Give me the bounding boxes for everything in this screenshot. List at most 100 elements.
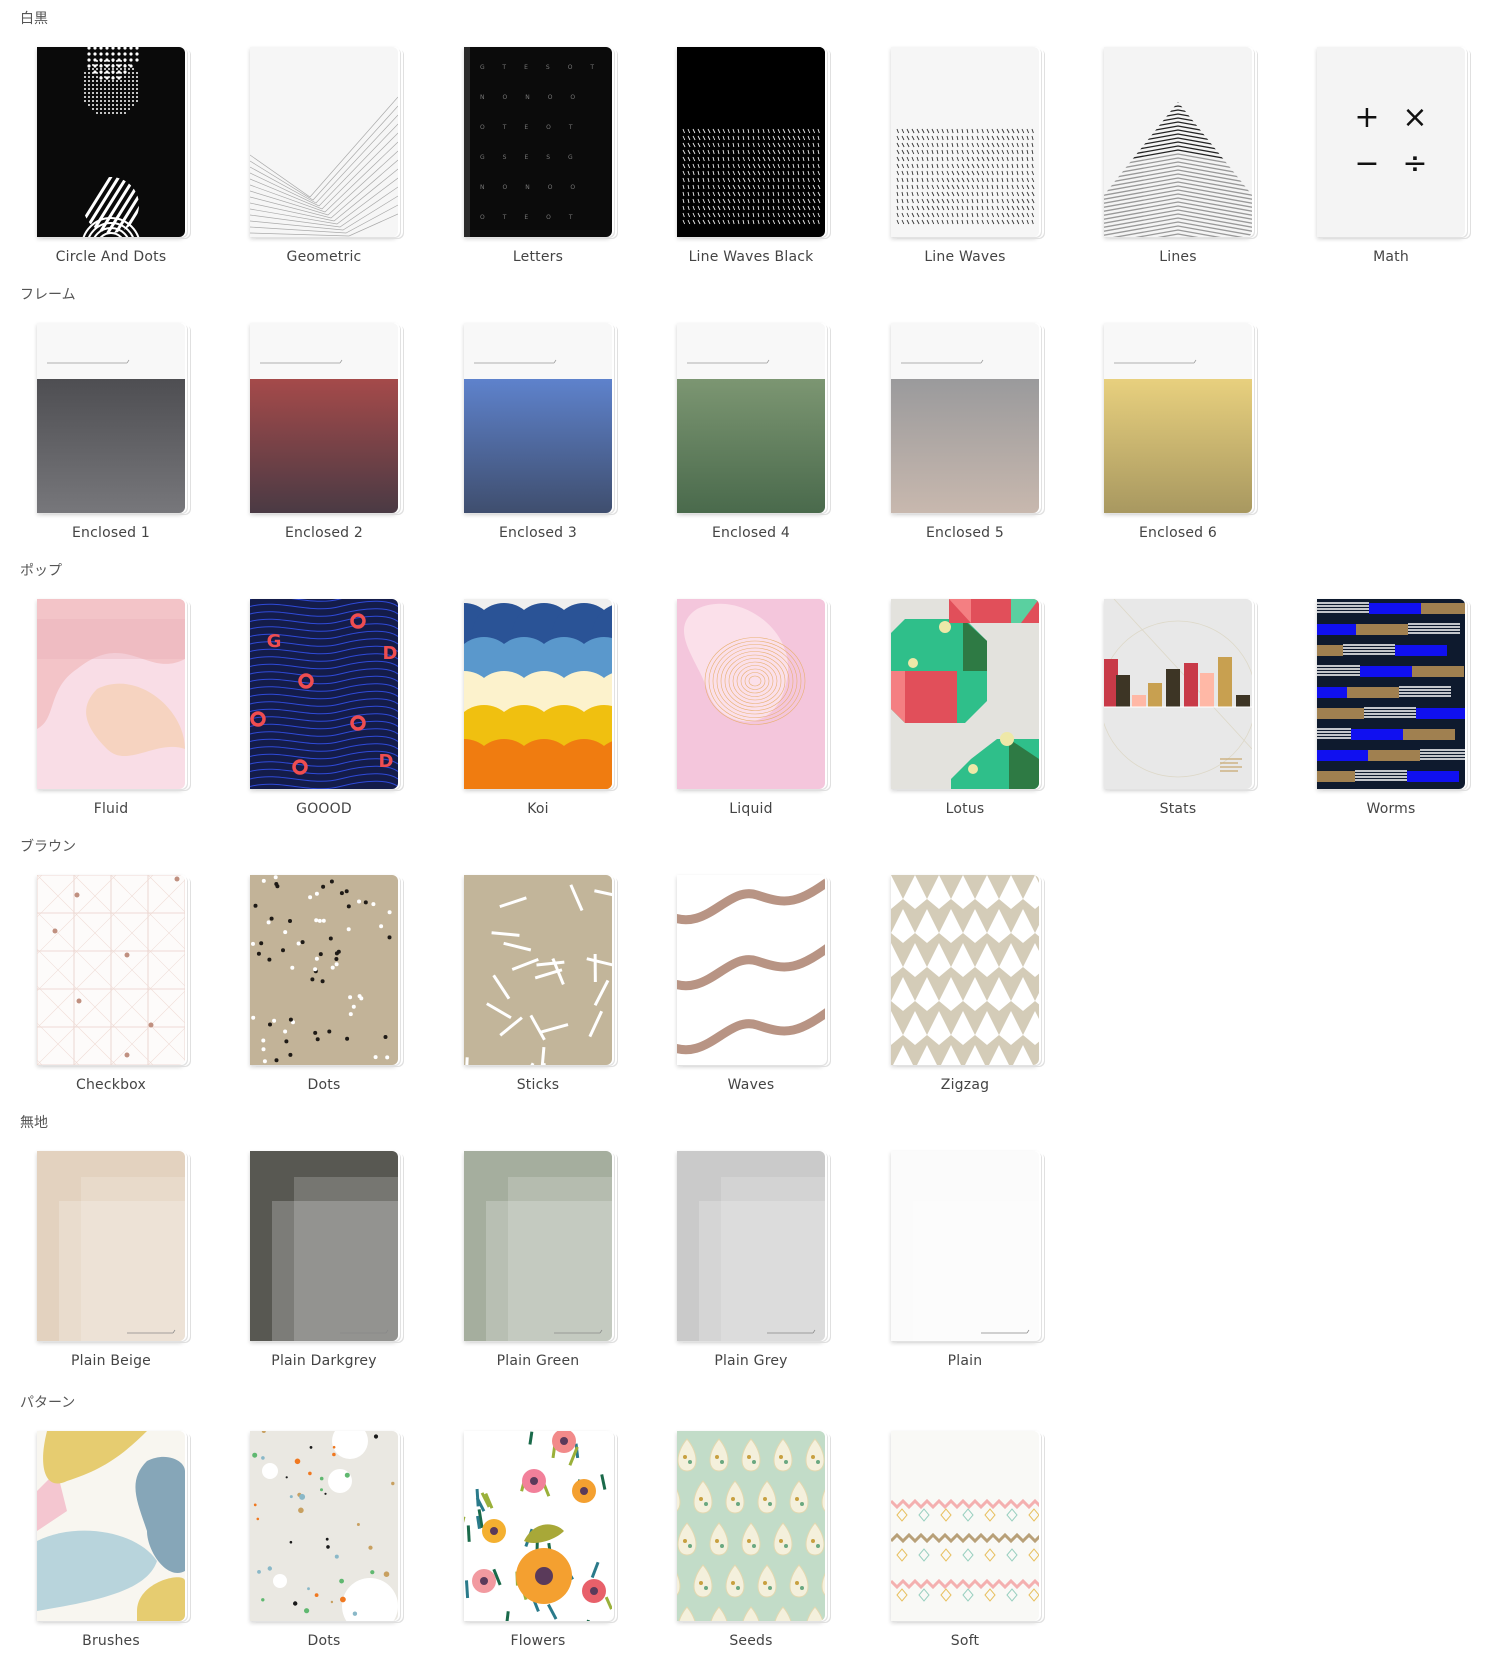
template-label: Soft — [861, 1633, 1069, 1649]
template-thumbnail[interactable] — [1317, 599, 1465, 789]
template-plain[interactable]: Plain — [891, 1151, 1047, 1391]
letters-art-row: GSESG — [480, 154, 591, 161]
template-thumbnail[interactable] — [37, 1151, 185, 1341]
template-lotus[interactable]: Lotus — [891, 599, 1047, 839]
template-thumbnail[interactable] — [677, 323, 825, 513]
template-thumbnail[interactable] — [464, 323, 612, 513]
template-label: Dots — [220, 1633, 428, 1649]
template-geometric[interactable]: Geometric — [250, 47, 406, 287]
letters-art-row: GTESOT — [480, 64, 612, 71]
template-thumbnail[interactable] — [37, 1431, 185, 1621]
template-thumbnail[interactable] — [250, 323, 398, 513]
template-checkbox[interactable]: Checkbox — [37, 875, 193, 1115]
template-enclosed-2[interactable]: Enclosed 2 — [250, 323, 406, 563]
template-thumbnail[interactable] — [37, 875, 185, 1065]
template-thumbnail[interactable] — [677, 1151, 825, 1341]
template-label: Lines — [1074, 249, 1282, 265]
template-enclosed-4[interactable]: Enclosed 4 — [677, 323, 833, 563]
template-thumbnail[interactable]: GDDO — [250, 599, 398, 789]
template-lines[interactable]: Lines — [1104, 47, 1260, 287]
template-thumbnail[interactable] — [250, 875, 398, 1065]
template-thumbnail[interactable] — [37, 323, 185, 513]
math-minus-glyph: − — [1354, 146, 1379, 181]
template-worms[interactable]: Worms — [1317, 599, 1473, 839]
template-label: Waves — [647, 1077, 855, 1093]
template-thumbnail[interactable] — [37, 47, 185, 237]
template-label: Math — [1287, 249, 1495, 265]
template-line-waves[interactable]: Line Waves — [891, 47, 1047, 287]
template-thumbnail[interactable] — [891, 875, 1039, 1065]
template-label: Lotus — [861, 801, 1069, 817]
template-label: Plain Grey — [647, 1353, 855, 1369]
template-goood[interactable]: GDDO GOOOD — [250, 599, 406, 839]
template-waves[interactable]: Waves — [677, 875, 833, 1115]
template-dots[interactable]: Dots — [250, 875, 406, 1115]
template-label: Geometric — [220, 249, 428, 265]
template-label: Sticks — [434, 1077, 642, 1093]
template-thumbnail[interactable]: GTESOTNONOOOTEOTGSESGNONOOOTEOT — [464, 47, 612, 237]
template-label: Fluid — [7, 801, 215, 817]
math-plus-glyph: + — [1354, 100, 1379, 135]
letters-art-row: NONOO — [480, 94, 593, 101]
template-thumbnail[interactable] — [677, 47, 825, 237]
template-koi[interactable]: Koi — [464, 599, 620, 839]
template-thumbnail[interactable] — [464, 875, 612, 1065]
template-enclosed-5[interactable]: Enclosed 5 — [891, 323, 1047, 563]
math-times-glyph: × — [1402, 100, 1427, 135]
template-thumbnail[interactable] — [891, 47, 1039, 237]
template-thumbnail[interactable] — [677, 1431, 825, 1621]
template-thumbnail[interactable]: + × −÷ — [1317, 47, 1465, 237]
section-0: 白黒 Circle And Dots Geometric GTESOTNONOO… — [0, 0, 1500, 276]
template-plain-grey[interactable]: Plain Grey — [677, 1151, 833, 1391]
template-thumbnail[interactable] — [677, 599, 825, 789]
template-enclosed-1[interactable]: Enclosed 1 — [37, 323, 193, 563]
template-fluid[interactable]: Fluid — [37, 599, 193, 839]
template-thumbnail[interactable] — [37, 599, 185, 789]
template-thumbnail[interactable] — [1104, 599, 1252, 789]
template-seeds[interactable]: Seeds — [677, 1431, 833, 1671]
template-dots[interactable]: Dots — [250, 1431, 406, 1671]
template-thumbnail[interactable] — [677, 875, 825, 1065]
section-title: パターン — [20, 1392, 75, 1412]
template-enclosed-6[interactable]: Enclosed 6 — [1104, 323, 1260, 563]
math-divide-glyph: ÷ — [1402, 146, 1427, 181]
template-label: Brushes — [7, 1633, 215, 1649]
template-thumbnail[interactable] — [250, 47, 398, 237]
template-thumbnail[interactable] — [891, 599, 1039, 789]
template-thumbnail[interactable] — [250, 1151, 398, 1341]
template-label: Checkbox — [7, 1077, 215, 1093]
template-thumbnail[interactable] — [1104, 47, 1252, 237]
template-thumbnail[interactable] — [891, 1431, 1039, 1621]
template-sticks[interactable]: Sticks — [464, 875, 620, 1115]
template-label: Plain Beige — [7, 1353, 215, 1369]
template-thumbnail[interactable] — [464, 1431, 612, 1621]
template-soft[interactable]: Soft — [891, 1431, 1047, 1671]
template-zigzag[interactable]: Zigzag — [891, 875, 1047, 1115]
template-circle-and-dots[interactable]: Circle And Dots — [37, 47, 193, 287]
template-thumbnail[interactable] — [891, 1151, 1039, 1341]
template-enclosed-3[interactable]: Enclosed 3 — [464, 323, 620, 563]
template-label: Line Waves Black — [647, 249, 855, 265]
template-plain-darkgrey[interactable]: Plain Darkgrey — [250, 1151, 406, 1391]
template-liquid[interactable]: Liquid — [677, 599, 833, 839]
template-stats[interactable]: Stats — [1104, 599, 1260, 839]
goood-letter: G — [267, 631, 282, 652]
section-4: 無地 Plain Beige Plain Darkgrey Plain Gree… — [0, 1104, 1500, 1380]
template-brushes[interactable]: Brushes — [37, 1431, 193, 1671]
template-math[interactable]: +× −÷ Math — [1317, 47, 1473, 287]
template-thumbnail[interactable] — [464, 1151, 612, 1341]
section-3: ブラウン Checkbox Dots Sticks Waves Zigzag — [0, 828, 1500, 1104]
template-line-waves-black[interactable]: Line Waves Black — [677, 47, 833, 287]
template-label: Zigzag — [861, 1077, 1069, 1093]
template-thumbnail[interactable] — [464, 599, 612, 789]
template-flowers[interactable]: Flowers — [464, 1431, 620, 1671]
template-plain-beige[interactable]: Plain Beige — [37, 1151, 193, 1391]
template-thumbnail[interactable] — [250, 1431, 398, 1621]
template-letters[interactable]: GTESOTNONOOOTEOTGSESGNONOOOTEOT Letters — [464, 47, 620, 287]
template-thumbnail[interactable] — [891, 323, 1039, 513]
template-label: Line Waves — [861, 249, 1069, 265]
template-thumbnail[interactable] — [1104, 323, 1252, 513]
template-plain-green[interactable]: Plain Green — [464, 1151, 620, 1391]
goood-letter: D — [379, 751, 394, 772]
template-label: Enclosed 6 — [1074, 525, 1282, 541]
